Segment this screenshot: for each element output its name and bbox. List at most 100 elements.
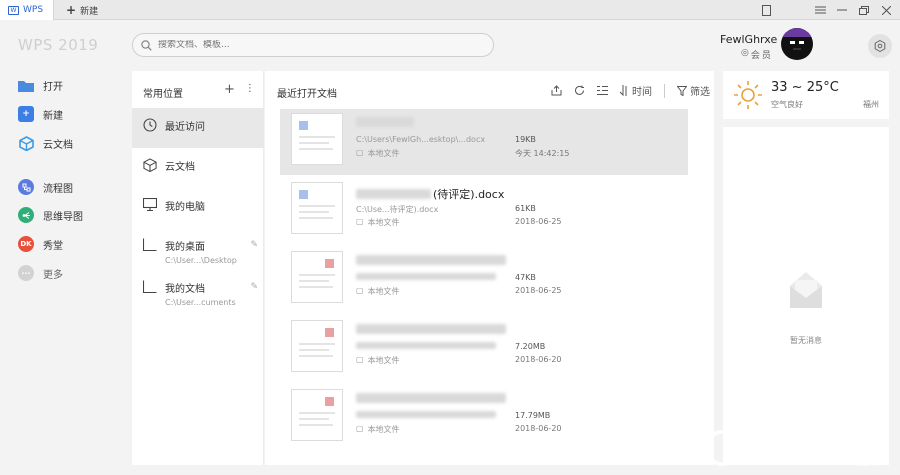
sun-icon	[734, 81, 762, 109]
file-date: 2018-06-25	[515, 286, 562, 295]
cube-icon	[143, 158, 157, 172]
filter-label: 筛选	[690, 87, 710, 98]
search-box[interactable]	[132, 33, 494, 57]
file-row[interactable]: C:\Users\FewlGh...esktop\...docx ▢ 本地文件 1…	[280, 109, 688, 175]
list-view-icon[interactable]	[597, 85, 608, 96]
nav-label-flowchart: 流程图	[43, 183, 73, 195]
file-path	[356, 342, 496, 351]
nav-item-open[interactable]: 打开	[18, 74, 63, 96]
location-label-desktop: 我的桌面	[165, 242, 205, 253]
filter-icon	[677, 85, 687, 96]
file-date: 2018-06-20	[515, 355, 562, 364]
file-row[interactable]: ▢ 本地文件 17.79MB 2018-06-20	[280, 385, 688, 451]
settings-button[interactable]	[868, 34, 892, 58]
user-name[interactable]: FewlGhrxe	[720, 33, 777, 46]
file-name	[356, 393, 508, 403]
folder-icon	[18, 77, 34, 93]
nav-item-cloud[interactable]: 云文档	[18, 132, 73, 154]
file-name	[356, 117, 416, 127]
empty-message-label: 暂无消息	[790, 336, 822, 345]
nav-item-new[interactable]: + 新建	[18, 103, 63, 125]
plus-icon: +	[18, 106, 34, 122]
svg-text:QQTN: QQTN	[744, 437, 828, 467]
showtime-icon: DK	[18, 236, 34, 252]
file-size: 7.20MB	[515, 342, 546, 351]
weather-temperature: 33 ~ 25°C	[771, 80, 839, 95]
nav-label-new: 新建	[43, 110, 63, 122]
filter-button[interactable]: 筛选	[677, 83, 710, 98]
nav-label-showtime: 秀堂	[43, 240, 63, 252]
file-date: 2018-06-25	[515, 217, 562, 226]
document-thumbnail	[291, 113, 343, 165]
add-location-icon[interactable]: +	[224, 82, 235, 97]
pin-icon[interactable]: ✎	[250, 240, 258, 250]
document-thumbnail	[291, 251, 343, 303]
location-header: 常用位置	[143, 89, 183, 100]
flowchart-icon	[18, 179, 34, 195]
file-list-panel: 最近打开文档 时间 筛选 C:\Users\FewlGh...esktop\..…	[265, 71, 714, 465]
gear-icon	[874, 40, 886, 52]
tab-wps-label: WPS	[23, 5, 44, 15]
file-list-toolbar: 时间 筛选	[551, 83, 710, 98]
upload-icon[interactable]	[551, 85, 562, 96]
nav-item-flowchart[interactable]: 流程图	[18, 176, 73, 198]
file-date: 今天 14:42:15	[515, 149, 570, 158]
file-size: 17.79MB	[515, 411, 551, 420]
location-item-documents[interactable]: 我的文档 C:\User...cuments ✎	[132, 270, 264, 312]
badge-1: ◎	[741, 48, 749, 58]
avatar[interactable]	[781, 28, 813, 60]
mindmap-icon	[18, 207, 34, 223]
search-input[interactable]	[158, 40, 458, 50]
svg-text:.com: .com	[855, 459, 877, 469]
location-label-cloud: 云文档	[165, 162, 195, 173]
file-date: 2018-06-20	[515, 424, 562, 433]
document-thumbnail	[291, 320, 343, 372]
file-size: 61KB	[515, 204, 536, 213]
sort-icon	[620, 85, 627, 96]
documents-icon	[143, 280, 157, 293]
doc-type-icon	[325, 328, 334, 337]
wps-logo-icon: W	[8, 5, 19, 15]
file-location: ▢ 本地文件	[356, 217, 400, 227]
location-item-cloud[interactable]: 云文档	[132, 148, 264, 188]
document-thumbnail	[291, 389, 343, 441]
app-logo: WPS 2019	[18, 36, 99, 54]
cloud-sync-icon: ▢	[356, 424, 364, 433]
file-name: (待评定).docx	[356, 186, 504, 202]
more-options-icon[interactable]: ⋮	[245, 82, 255, 97]
document-thumbnail	[291, 182, 343, 234]
sort-button[interactable]: 时间	[620, 83, 652, 98]
file-row[interactable]: ▢ 本地文件 7.20MB 2018-06-20	[280, 316, 688, 382]
file-path: C:\Use...待评定).docx	[356, 205, 439, 214]
location-path-desktop: C:\User...\Desktop	[165, 256, 237, 265]
pin-icon[interactable]: ✎	[250, 282, 258, 292]
cloud-sync-icon: ▢	[356, 286, 364, 295]
location-item-recent[interactable]: 最近访问	[132, 108, 264, 148]
restore-icon[interactable]	[752, 0, 780, 20]
file-row[interactable]: (待评定).docx C:\Use...待评定).docx ▢ 本地文件 61KB…	[280, 178, 688, 244]
file-row[interactable]: ▢ 本地文件 47KB 2018-06-25	[280, 247, 688, 313]
desktop-icon	[143, 238, 157, 251]
weather-card[interactable]: 33 ~ 25°C 空气良好 福州	[723, 71, 889, 119]
location-item-computer[interactable]: 我的电脑	[132, 188, 264, 228]
weather-city: 福州	[863, 100, 879, 109]
location-item-desktop[interactable]: 我的桌面 C:\User...\Desktop ✎	[132, 228, 264, 270]
file-size: 19KB	[515, 135, 536, 144]
tab-wps[interactable]: W WPS	[0, 0, 54, 20]
user-badges[interactable]: ◎ 会 员	[741, 48, 771, 61]
cloud-sync-icon: ▢	[356, 148, 364, 157]
nav-item-mindmap[interactable]: 思维导图	[18, 204, 83, 226]
location-path-documents: C:\User...cuments	[165, 298, 236, 307]
tab-new[interactable]: + 新建	[58, 0, 108, 20]
cube-icon	[18, 135, 34, 151]
refresh-icon[interactable]	[574, 85, 585, 96]
nav-item-showtime[interactable]: DK 秀堂	[18, 233, 63, 255]
envelope-icon	[790, 272, 822, 308]
close-icon[interactable]	[872, 0, 900, 20]
badge-2: 会	[750, 51, 760, 61]
location-panel: 常用位置 + ⋮ 最近访问 云文档 我的电脑 我的桌面 C:\User...\D…	[132, 71, 264, 465]
nav-item-more[interactable]: ··· 更多	[18, 262, 63, 284]
doc-type-icon	[299, 121, 308, 130]
nav-label-open: 打开	[43, 81, 63, 93]
cloud-sync-icon: ▢	[356, 355, 364, 364]
